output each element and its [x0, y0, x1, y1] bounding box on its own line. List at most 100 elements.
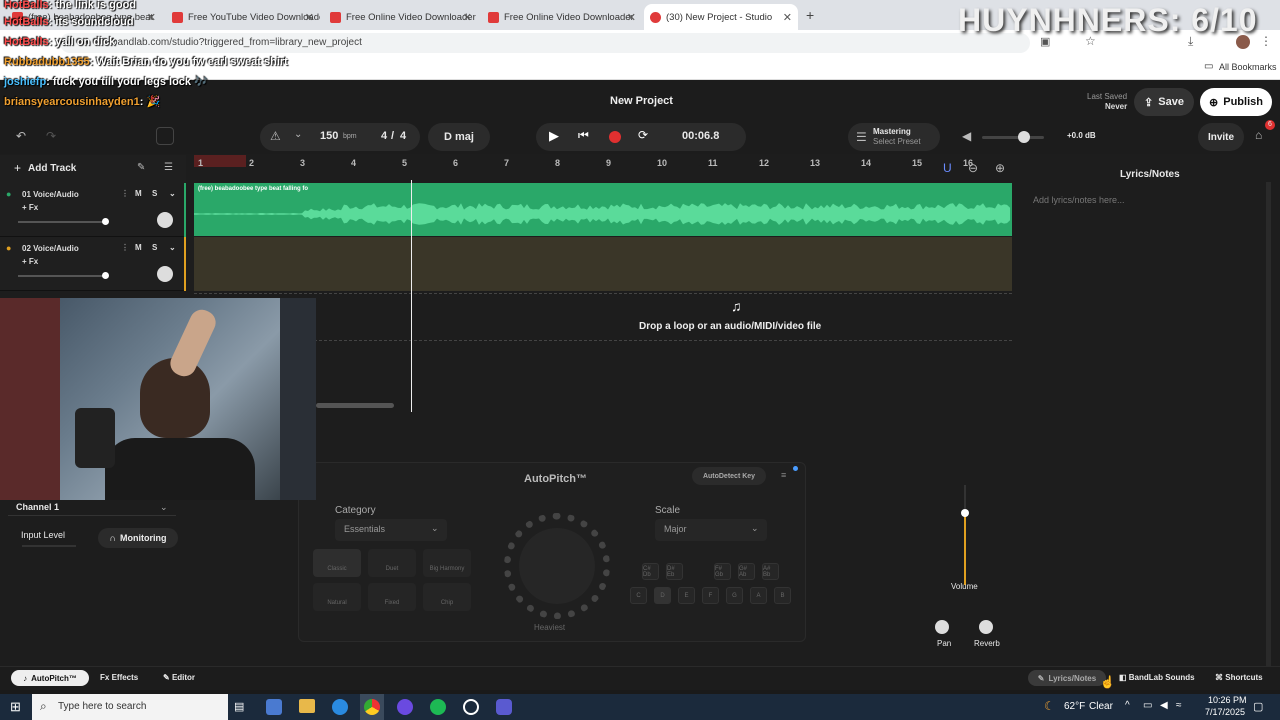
save-button[interactable]: ⇪ Save [1134, 88, 1194, 116]
preset-button[interactable]: Big Harmony [423, 549, 471, 577]
bandlab-sounds-tab[interactable]: ◧ BandLab Sounds [1119, 673, 1195, 682]
chrome-taskbar-item[interactable] [360, 694, 384, 720]
metronome-icon[interactable]: ⚠ [270, 129, 281, 143]
pan-knob[interactable] [157, 266, 173, 282]
time-sig-bottom[interactable]: 4 [400, 130, 406, 142]
browser-tab-active[interactable]: (30) New Project - Studio ✕ [644, 4, 798, 30]
preset-button[interactable]: Classic [313, 549, 361, 577]
weather-desc[interactable]: Clear [1089, 701, 1113, 712]
slider-handle[interactable] [102, 218, 109, 225]
browser-tab[interactable]: Free Online Video Downloader ✕ [324, 4, 478, 30]
key-button[interactable]: D [654, 587, 671, 604]
obs-icon[interactable] [463, 699, 479, 715]
volume-icon[interactable]: ◀ [1160, 700, 1168, 711]
track-volume-slider[interactable] [18, 218, 109, 225]
publish-button[interactable]: ⊕ Publish [1200, 88, 1272, 116]
mute-button[interactable]: M [135, 243, 142, 252]
master-volume-slider[interactable] [982, 131, 1044, 143]
solo-button[interactable]: S [152, 189, 157, 198]
preset-button[interactable]: Natural [313, 583, 361, 611]
preset-button[interactable]: Duet [368, 549, 416, 577]
chevron-down-icon[interactable]: ⌄ [294, 129, 302, 140]
taskbar-search[interactable]: ⌕ Type here to search [32, 694, 228, 720]
key-button[interactable]: C# Db [642, 563, 659, 580]
wifi-icon[interactable]: ≈ [1176, 700, 1182, 711]
pan-knob[interactable] [935, 620, 949, 634]
project-title[interactable]: New Project [610, 95, 673, 107]
effects-tab[interactable]: Fx Effects [100, 673, 138, 682]
weather-temp[interactable]: 62°F [1064, 701, 1085, 712]
pan-knob[interactable] [157, 212, 173, 228]
mastering-button[interactable]: ☰ Mastering Select Preset [848, 123, 940, 151]
close-icon[interactable]: ✕ [305, 11, 314, 24]
track-volume-slider[interactable] [18, 272, 109, 279]
autodetect-key-button[interactable]: AutoDetect Key [692, 467, 766, 485]
track-name[interactable]: 01 Voice/Audio [22, 190, 79, 199]
close-icon[interactable]: ✕ [463, 11, 472, 24]
add-track-button[interactable]: Add Track [28, 163, 76, 174]
windows-start-icon[interactable]: ⊞ [10, 699, 21, 715]
close-icon[interactable]: ✕ [627, 11, 636, 24]
preset-button[interactable]: Fixed [368, 583, 416, 611]
task-view-icon[interactable]: ▤ [234, 700, 244, 713]
category-select[interactable]: Essentials ⌄ [335, 519, 447, 541]
empty-track-lane[interactable] [194, 237, 1012, 291]
tempo-value[interactable]: 150 [320, 130, 338, 142]
solo-button[interactable]: S [152, 243, 157, 252]
key-button[interactable]: A# Bb [762, 563, 779, 580]
all-bookmarks[interactable]: All Bookmarks [1219, 62, 1277, 72]
notification-icon[interactable]: ▢ [1253, 700, 1263, 713]
autopitch-tab[interactable]: ♪ AutoPitch™ [11, 670, 89, 686]
menu-icon[interactable]: ⋮ [1260, 34, 1272, 48]
key-button[interactable]: F# Gb [714, 563, 731, 580]
key-button[interactable]: E [678, 587, 695, 604]
key-button[interactable]: D# Eb [666, 563, 683, 580]
zoom-in-icon[interactable]: ⊕ [995, 161, 1005, 175]
copilot-icon[interactable] [266, 699, 282, 715]
more-icon[interactable]: ⋮ [121, 243, 129, 252]
preset-button[interactable]: Chip [423, 583, 471, 611]
loop-icon[interactable]: ⟳ [638, 128, 648, 142]
track-name[interactable]: 02 Voice/Audio [22, 244, 79, 253]
scrollbar[interactable] [1266, 182, 1271, 670]
play-icon[interactable]: ▶ [549, 128, 559, 144]
drop-zone[interactable]: ♫ Drop a loop or an audio/MIDI/video fil… [194, 293, 1012, 341]
reverb-knob[interactable] [979, 620, 993, 634]
metronome-off-icon[interactable] [156, 127, 174, 145]
key-button[interactable]: G# Ab [738, 563, 755, 580]
horizontal-scrollbar[interactable] [316, 403, 394, 408]
invite-button[interactable]: Invite [1198, 123, 1244, 151]
network-icon[interactable]: ▭ [1143, 700, 1152, 711]
spotify-icon[interactable] [430, 699, 446, 715]
redo-icon[interactable]: ↷ [46, 129, 56, 143]
file-explorer-icon[interactable] [299, 699, 315, 713]
new-tab-icon[interactable]: + [806, 7, 814, 23]
monitoring-button[interactable]: ∩ Monitoring [98, 528, 178, 548]
close-icon[interactable]: ✕ [783, 11, 792, 24]
speaker-icon[interactable]: ◀ [962, 129, 971, 143]
mute-button[interactable]: M [135, 189, 142, 198]
chevron-down-icon[interactable]: ⌄ [169, 189, 176, 198]
clock-time[interactable]: 10:26 PM [1208, 695, 1247, 705]
browser-tab[interactable]: Free Online Video Downloader ✕ [482, 4, 642, 30]
skip-back-icon[interactable]: ⏮ [578, 128, 589, 143]
lyrics-input[interactable]: Add lyrics/notes here... [1033, 195, 1125, 205]
clock-date[interactable]: 7/17/2025 [1205, 707, 1245, 717]
volume-handle[interactable] [961, 509, 969, 517]
slider-handle[interactable] [102, 272, 109, 279]
key-button[interactable]: G [726, 587, 743, 604]
more-icon[interactable]: ⋮ [121, 189, 129, 198]
sliders-icon[interactable]: ☰ [164, 162, 173, 173]
track-header[interactable]: ● 01 Voice/Audio + Fx ⋮ M S ⌄ [0, 183, 186, 237]
slider-handle[interactable] [1018, 131, 1030, 143]
zoom-out-icon[interactable]: ⊖ [968, 161, 978, 175]
playhead[interactable] [411, 180, 412, 412]
add-fx-button[interactable]: + Fx [22, 203, 38, 212]
browser-tab[interactable]: Free YouTube Video Downloade ✕ [166, 4, 320, 30]
channel-select[interactable]: Channel 1 ⌄ [8, 500, 176, 516]
track-header[interactable]: ● 02 Voice/Audio + Fx ⋮ M S ⌄ [0, 237, 186, 291]
discord-icon[interactable] [397, 699, 413, 715]
key-button[interactable]: A [750, 587, 767, 604]
menu-icon[interactable]: ≡ [781, 470, 786, 480]
editor-tab[interactable]: ✎ Editor [163, 673, 195, 682]
